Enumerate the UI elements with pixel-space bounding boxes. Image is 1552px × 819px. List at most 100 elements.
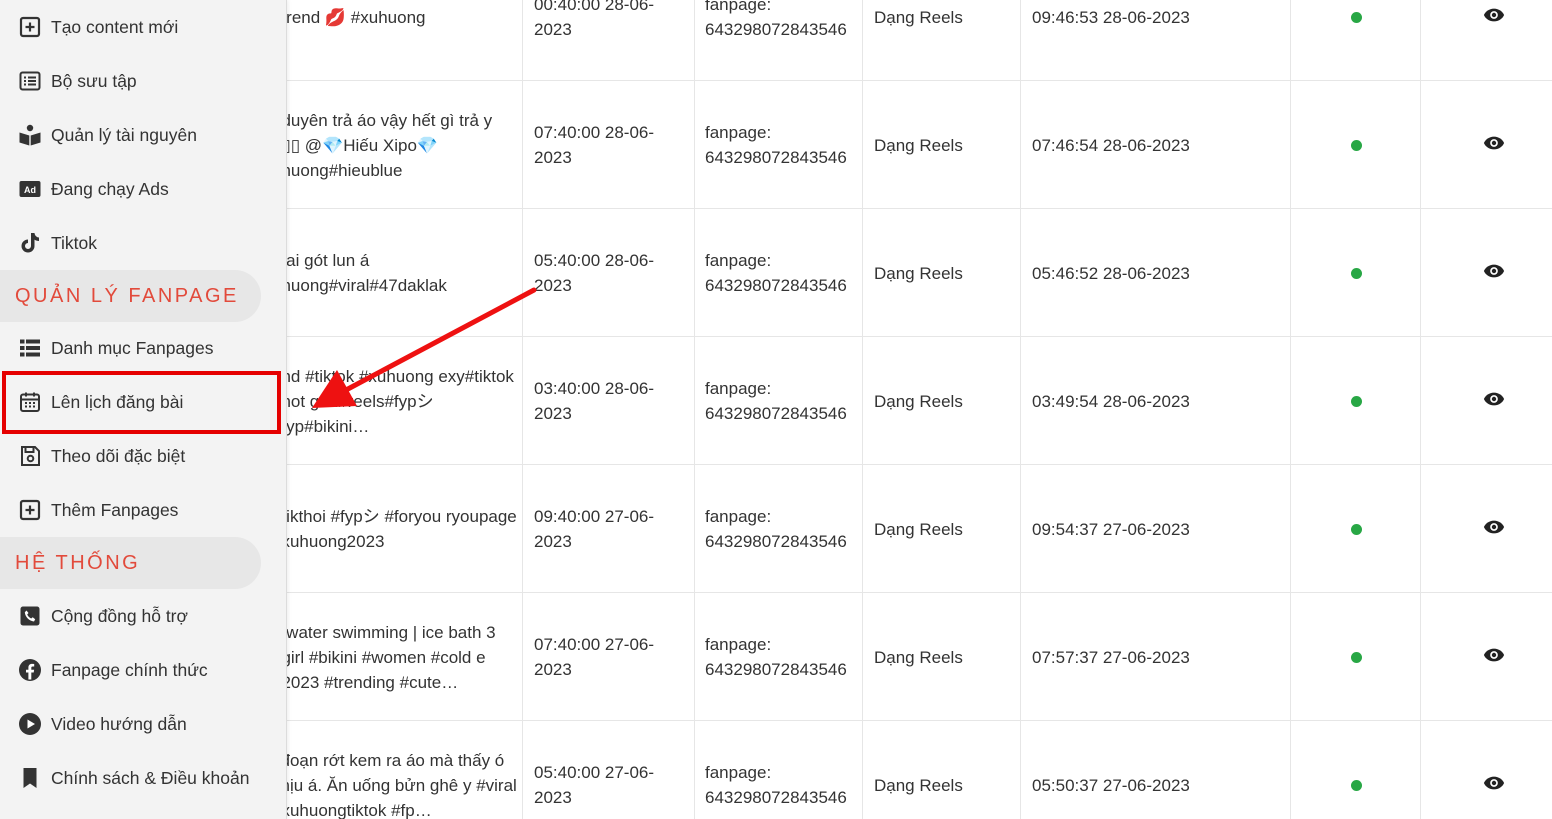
sidebar-item-collection[interactable]: Bộ sưu tập bbox=[0, 54, 287, 108]
post-type: Dạng Reels bbox=[874, 263, 963, 283]
sidebar-item-resources[interactable]: Quản lý tài nguyên bbox=[0, 108, 287, 162]
sidebar-item-support-community[interactable]: Cộng đồng hỗ trợ bbox=[0, 589, 287, 643]
sidebar-item-create-content[interactable]: Tạo content mới bbox=[0, 0, 287, 54]
sidebar: Tạo content mới Bộ sưu tập Quản lý tài n… bbox=[0, 0, 287, 819]
post-type: Dạng Reels bbox=[874, 519, 963, 539]
post-caption: etikthoi #fypシ #foryou ryoupage #xuhuong… bbox=[272, 465, 522, 593]
fanpage-cell: fanpage: 643298072843546 bbox=[705, 593, 860, 721]
fanpage-id: 643298072843546 bbox=[705, 532, 847, 551]
eye-icon bbox=[1483, 773, 1505, 798]
view-button[interactable] bbox=[1478, 337, 1510, 465]
post-caption: end #tiktok #xuhuong exy#tiktok #hot gon… bbox=[272, 337, 522, 465]
fanpage-cell: fanpage: 643298072843546 bbox=[705, 465, 860, 593]
eye-icon bbox=[1483, 645, 1505, 670]
sidebar-item-label: Tiktok bbox=[51, 232, 98, 253]
sidebar-item-add-fanpages[interactable]: Thêm Fanpages bbox=[0, 483, 287, 537]
sidebar-item-label: Thêm Fanpages bbox=[51, 499, 179, 520]
scheduled-time: 09:40:00 27-06-2023 bbox=[534, 507, 655, 551]
posted-time: 03:49:54 28-06-2023 bbox=[1032, 391, 1190, 411]
status-dot-icon bbox=[1350, 267, 1362, 279]
view-button[interactable] bbox=[1478, 0, 1510, 81]
post-caption-text: d water swimming | ice bath 3 #girl #bik… bbox=[272, 622, 496, 692]
post-caption-text: etikthoi #fypシ #foryou ryoupage #xuhuong… bbox=[272, 507, 517, 551]
posted-time: 05:46:52 28-06-2023 bbox=[1032, 263, 1190, 283]
post-caption: i đoạn rớt kem ra áo mà thấy ó chịu á. Ă… bbox=[272, 721, 522, 819]
fanpage-label: fanpage: bbox=[705, 0, 772, 14]
view-button[interactable] bbox=[1478, 721, 1510, 819]
bookmark-icon bbox=[17, 766, 43, 790]
sidebar-item-fanpage-list[interactable]: Danh mục Fanpages bbox=[0, 321, 287, 375]
sidebar-item-label: Lên lịch đăng bài bbox=[51, 391, 184, 412]
fanpage-label: fanpage: bbox=[705, 251, 772, 270]
sidebar-item-official-fanpage[interactable]: Fanpage chính thức bbox=[0, 643, 287, 697]
view-button[interactable] bbox=[1478, 465, 1510, 593]
scheduled-time: 07:40:00 27-06-2023 bbox=[534, 635, 655, 679]
sidebar-item-video-guide[interactable]: Video hướng dẫn bbox=[0, 697, 287, 751]
post-caption: t duyên trả áo vậy hết gì trả y ▯▯▯ @💎Hi… bbox=[272, 81, 522, 209]
posted-time: 07:46:54 28-06-2023 bbox=[1032, 135, 1190, 155]
calendar-icon bbox=[17, 390, 43, 414]
fanpage-label: fanpage: bbox=[705, 763, 772, 782]
fanpage-label: fanpage: bbox=[705, 635, 772, 654]
post-caption: d water swimming | ice bath 3 #girl #bik… bbox=[272, 593, 522, 721]
tiktok-icon bbox=[17, 231, 43, 255]
status-cell bbox=[1340, 721, 1372, 819]
eye-icon bbox=[1483, 261, 1505, 286]
fanpage-label: fanpage: bbox=[705, 379, 772, 398]
status-dot-icon bbox=[1350, 779, 1362, 791]
post-type: Dạng Reels bbox=[874, 647, 963, 667]
save-icon bbox=[17, 444, 43, 468]
view-button[interactable] bbox=[1478, 593, 1510, 721]
status-cell bbox=[1340, 337, 1372, 465]
status-dot-icon bbox=[1350, 395, 1362, 407]
sidebar-item-label: Video hướng dẫn bbox=[51, 713, 187, 734]
post-caption-text: t trend 💋 #xuhuong bbox=[272, 7, 426, 27]
sidebar-item-label: Theo dõi đặc biệt bbox=[51, 445, 186, 466]
scheduled-time: 05:40:00 28-06-2023 bbox=[534, 251, 655, 295]
fanpage-cell: fanpage: 643298072843546 bbox=[705, 209, 860, 337]
fanpage-cell: fanpage: 643298072843546 bbox=[705, 337, 860, 465]
post-caption-text: t duyên trả áo vậy hết gì trả y ▯▯▯ @💎Hi… bbox=[272, 110, 493, 180]
scheduled-time: 07:40:00 28-06-2023 bbox=[534, 123, 655, 167]
view-button[interactable] bbox=[1478, 81, 1510, 209]
posted-time: 07:57:37 27-06-2023 bbox=[1032, 647, 1190, 667]
fanpage-label: fanpage: bbox=[705, 507, 772, 526]
status-dot-icon bbox=[1350, 139, 1362, 151]
fanpage-id: 643298072843546 bbox=[705, 404, 847, 423]
sidebar-item-special-tracking[interactable]: Theo dõi đặc biệt bbox=[0, 429, 287, 483]
post-type: Dạng Reels bbox=[874, 775, 963, 795]
play-circle-icon bbox=[17, 712, 43, 736]
list-box-icon bbox=[17, 69, 43, 93]
eye-icon bbox=[1483, 133, 1505, 158]
view-button[interactable] bbox=[1478, 209, 1510, 337]
fanpage-id: 643298072843546 bbox=[705, 148, 847, 167]
status-dot-icon bbox=[1350, 651, 1362, 663]
post-caption-text: i đoạn rớt kem ra áo mà thấy ó chịu á. Ă… bbox=[272, 750, 517, 819]
sidebar-item-tiktok[interactable]: Tiktok bbox=[0, 216, 287, 270]
post-type: Dạng Reels bbox=[874, 7, 963, 27]
plus-square-icon bbox=[17, 15, 43, 39]
status-cell bbox=[1340, 81, 1372, 209]
sidebar-item-label: Bộ sưu tập bbox=[51, 70, 137, 91]
status-cell bbox=[1340, 465, 1372, 593]
scheduled-time: 00:40:00 28-06-2023 bbox=[534, 0, 655, 39]
svg-text:Ad: Ad bbox=[24, 185, 36, 195]
sidebar-item-label: Chính sách & Điều khoản bbox=[51, 767, 250, 788]
sidebar-item-policy-terms[interactable]: Chính sách & Điều khoản bbox=[0, 751, 287, 805]
sidebar-item-running-ads[interactable]: Ad Đang chạy Ads bbox=[0, 162, 287, 216]
status-dot-icon bbox=[1350, 523, 1362, 535]
status-cell bbox=[1340, 0, 1372, 81]
eye-icon bbox=[1483, 517, 1505, 542]
phone-icon bbox=[17, 604, 43, 628]
post-type: Dạng Reels bbox=[874, 391, 963, 411]
post-caption: mai gót lun á uhuong#viral#47daklak bbox=[272, 209, 522, 337]
book-reader-icon bbox=[17, 123, 43, 147]
sidebar-item-schedule-post[interactable]: Lên lịch đăng bài bbox=[0, 375, 287, 429]
eye-icon bbox=[1483, 5, 1505, 30]
status-dot-icon bbox=[1350, 11, 1362, 23]
sidebar-item-label: Cộng đồng hỗ trợ bbox=[51, 605, 188, 626]
fanpage-id: 643298072843546 bbox=[705, 20, 847, 39]
eye-icon bbox=[1483, 389, 1505, 414]
post-caption: t trend 💋 #xuhuong bbox=[272, 0, 522, 81]
status-cell bbox=[1340, 593, 1372, 721]
